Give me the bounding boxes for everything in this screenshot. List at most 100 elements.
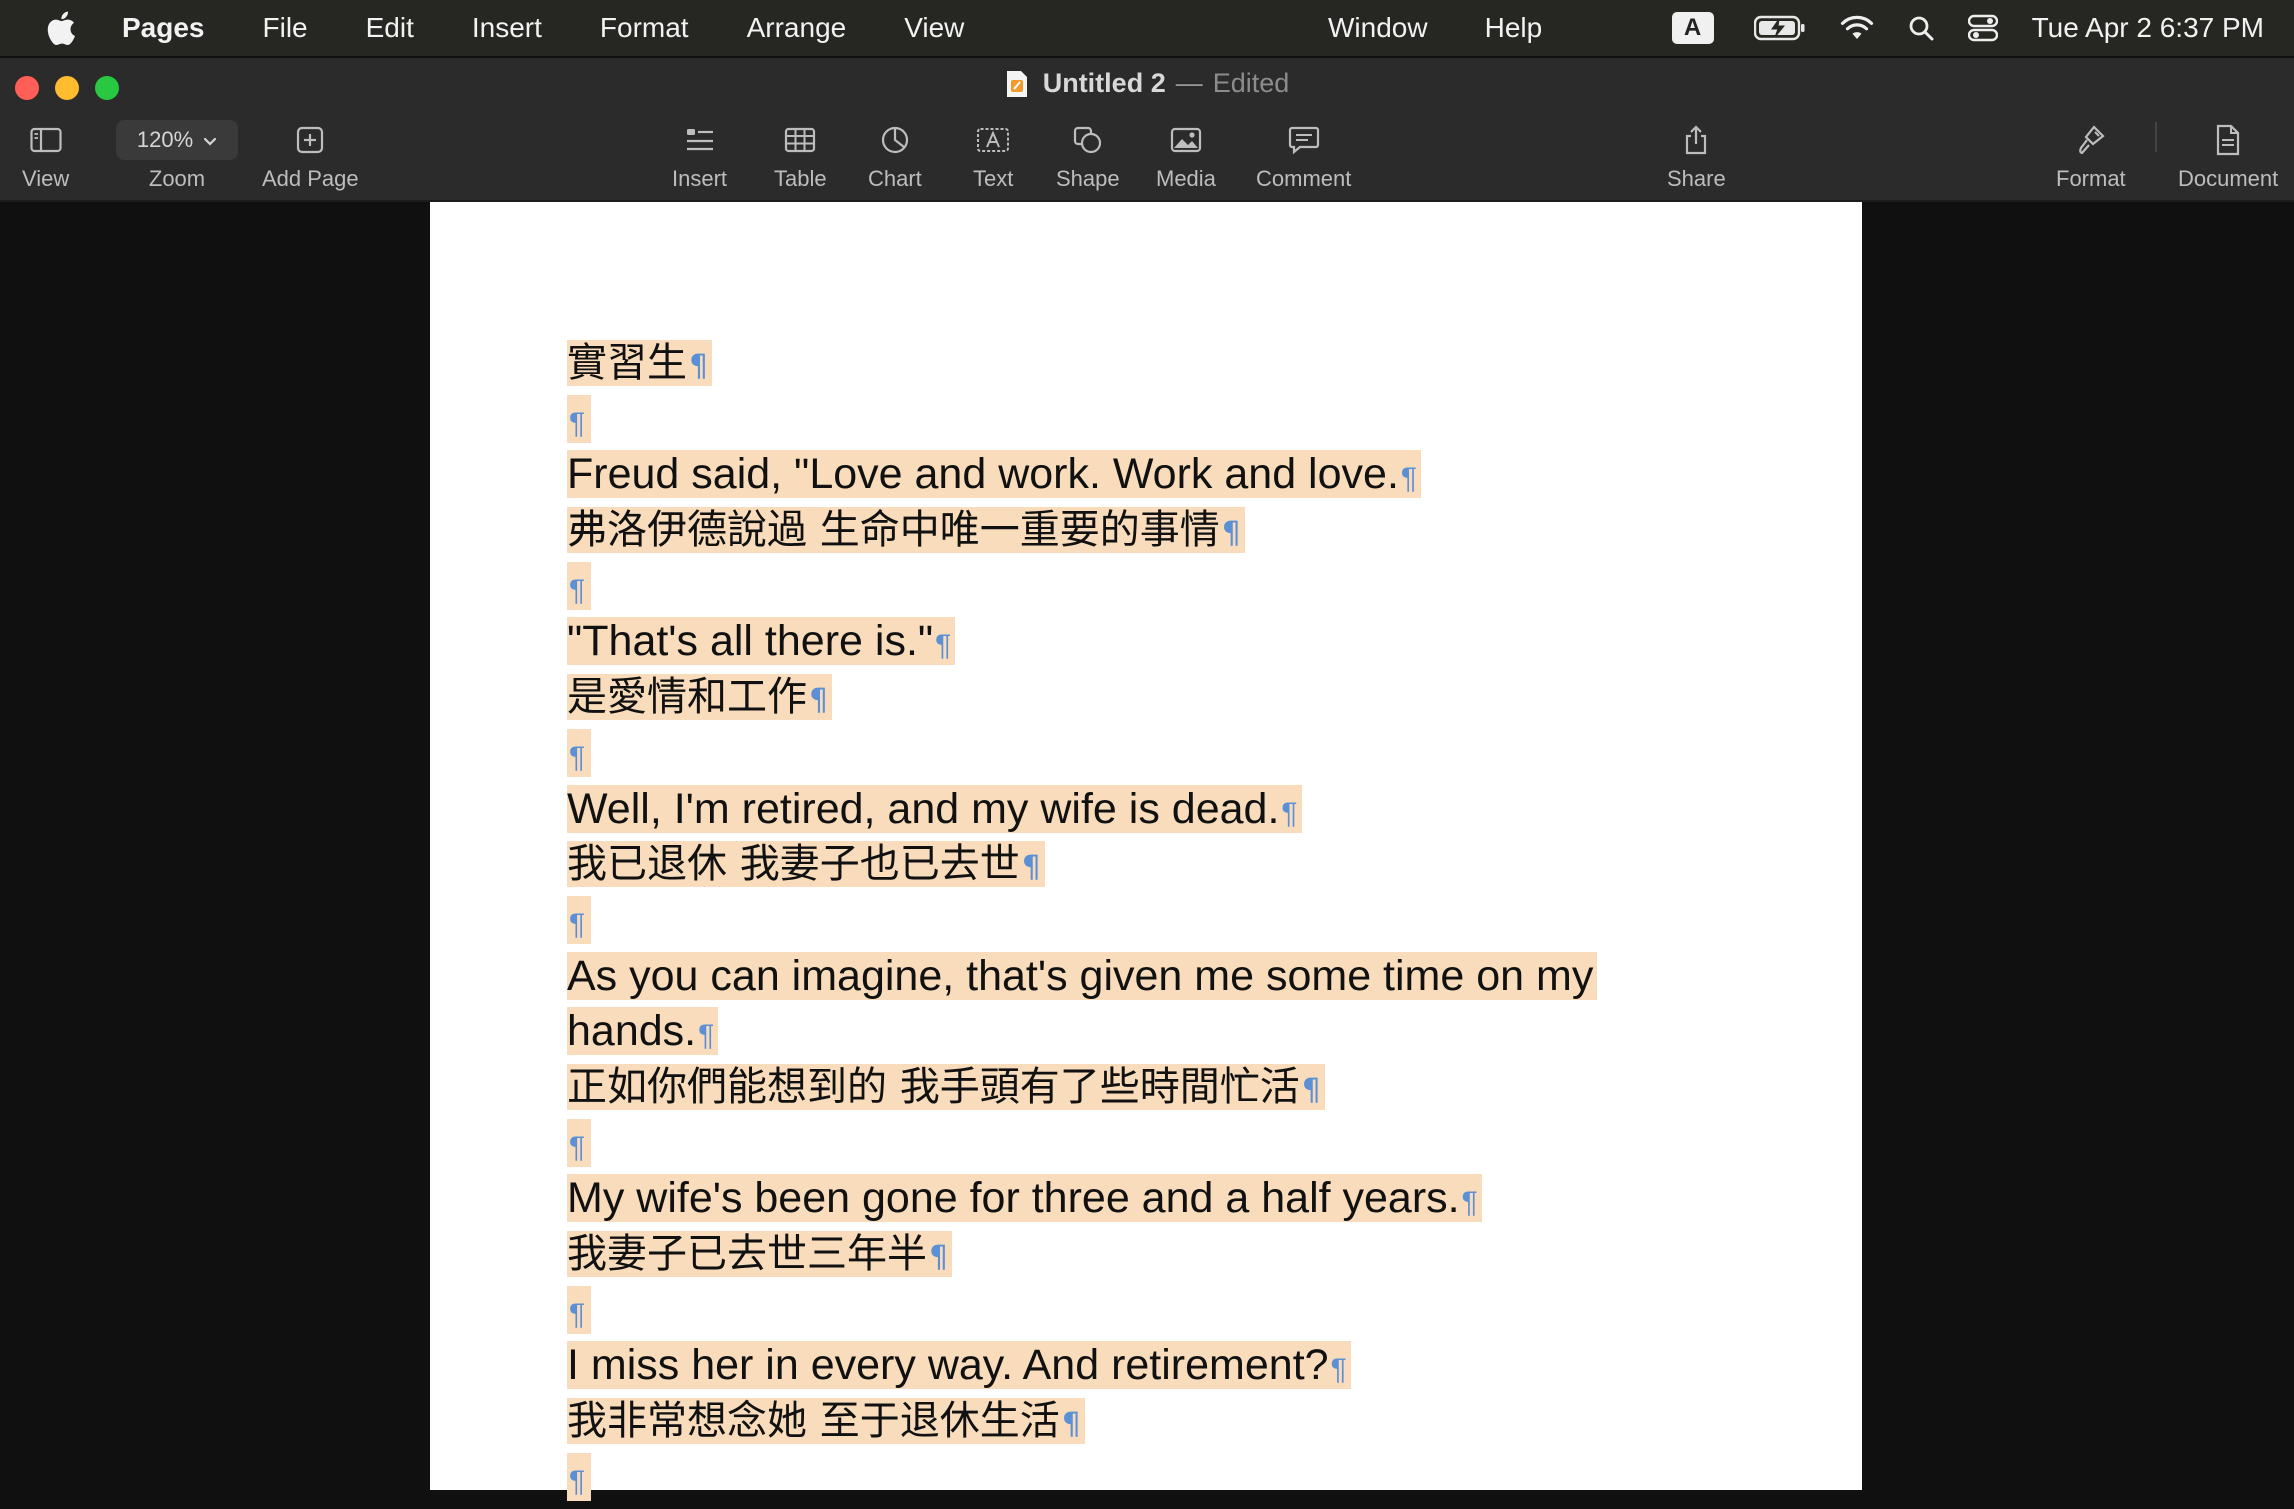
pilcrow-mark: ¶ <box>569 406 586 440</box>
text-line[interactable]: ¶ <box>567 392 1667 448</box>
text-line[interactable]: ¶ <box>567 1283 1667 1339</box>
pilcrow-mark: ¶ <box>569 573 586 607</box>
pilcrow-mark: ¶ <box>809 683 829 719</box>
menu-view[interactable]: View <box>904 12 964 44</box>
selected-text: As you can imagine, that's given me some… <box>567 951 1598 1000</box>
selected-text: Freud said, "Love and work. Work and lov… <box>567 450 1422 499</box>
pilcrow-mark: ¶ <box>1281 796 1298 830</box>
media-button[interactable]: Media <box>1156 120 1216 192</box>
text-line[interactable]: hands.¶ <box>567 1004 1667 1060</box>
text-line[interactable]: ¶ <box>567 726 1667 782</box>
add-page-button[interactable]: Add Page <box>262 120 359 192</box>
chevron-down-icon <box>203 127 217 153</box>
text-line[interactable]: My wife's been gone for three and a half… <box>567 1171 1667 1227</box>
menu-arrange[interactable]: Arrange <box>747 12 847 44</box>
zoom-dropdown[interactable]: 120% <box>116 120 238 160</box>
selected-text: 正如你們能想到的 我手頭有了些時間忙活¶ <box>567 1063 1325 1110</box>
pilcrow-mark: ¶ <box>569 1464 586 1498</box>
document-status[interactable]: Edited <box>1213 68 1290 99</box>
insert-label: Insert <box>672 166 728 191</box>
chart-label: Chart <box>868 166 922 191</box>
menu-edit[interactable]: Edit <box>366 12 414 44</box>
comment-icon <box>1288 120 1320 160</box>
text-line[interactable]: As you can imagine, that's given me some… <box>567 949 1667 1005</box>
chart-button[interactable]: Chart <box>868 120 922 192</box>
text-line[interactable]: 是愛情和工作¶ <box>567 670 1667 726</box>
pilcrow-mark: ¶ <box>569 1297 586 1331</box>
text-line[interactable]: Well, I'm retired, and my wife is dead.¶ <box>567 782 1667 838</box>
share-button[interactable]: Share <box>1667 120 1726 192</box>
document-button[interactable]: Document <box>2178 120 2278 192</box>
pilcrow-mark: ¶ <box>1301 1072 1321 1108</box>
document-title[interactable]: Untitled 2 <box>1043 68 1166 99</box>
wifi-icon[interactable] <box>1840 15 1874 41</box>
selected-text: "That's all there is."¶ <box>567 617 956 666</box>
table-icon <box>784 120 816 160</box>
pages-document-icon <box>1005 70 1029 98</box>
control-center-icon[interactable] <box>1967 14 1998 42</box>
text-line[interactable]: 我妻子已去世三年半¶ <box>567 1227 1667 1283</box>
apple-menu-icon[interactable] <box>46 11 80 45</box>
add-page-icon <box>296 120 324 160</box>
document-body[interactable]: 實習生¶ ¶ Freud said, "Love and work. Work … <box>567 336 1667 1505</box>
pilcrow-mark: ¶ <box>1061 1407 1081 1443</box>
pilcrow-mark: ¶ <box>1330 1353 1347 1387</box>
selected-text: 我已退休 我妻子也已去世¶ <box>567 841 1045 888</box>
input-source-indicator[interactable]: A <box>1671 12 1714 44</box>
insert-button[interactable]: Insert <box>672 120 727 192</box>
document-canvas[interactable]: 實習生¶ ¶ Freud said, "Love and work. Work … <box>0 202 2294 1501</box>
text-line[interactable]: 正如你們能想到的 我手頭有了些時間忙活¶ <box>567 1060 1667 1116</box>
selected-text: I miss her in every way. And retirement?… <box>567 1341 1351 1390</box>
insert-icon <box>685 120 715 160</box>
pilcrow-mark: ¶ <box>569 907 586 941</box>
pilcrow-mark: ¶ <box>935 629 952 663</box>
comment-button[interactable]: Comment <box>1256 120 1351 192</box>
text-line[interactable]: "That's all there is."¶ <box>567 614 1667 670</box>
window-toolbar: Untitled 2 — Edited View 120% Zoom Add P… <box>0 58 2294 202</box>
selected-text: ¶ <box>567 728 592 777</box>
selected-text: 實習生¶ <box>567 340 713 386</box>
shape-label: Shape <box>1056 166 1120 191</box>
shape-button[interactable]: Shape <box>1056 120 1120 192</box>
menu-window[interactable]: Window <box>1328 12 1428 44</box>
format-button[interactable]: Format <box>2056 120 2126 192</box>
text-line[interactable]: Freud said, "Love and work. Work and lov… <box>567 447 1667 503</box>
text-line[interactable]: ¶ <box>567 559 1667 615</box>
pie-chart-icon <box>880 120 910 160</box>
text-line[interactable]: 弗洛伊德說過 生命中唯一重要的事情¶ <box>567 503 1667 559</box>
text-line[interactable]: I miss her in every way. And retirement?… <box>567 1338 1667 1394</box>
paintbrush-icon <box>2076 120 2106 160</box>
view-button[interactable]: View <box>22 120 69 192</box>
spotlight-search-icon[interactable] <box>1908 15 1934 41</box>
battery-charging-icon[interactable] <box>1753 15 1806 41</box>
selected-text: 弗洛伊德說過 生命中唯一重要的事情¶ <box>567 507 1245 554</box>
menu-format[interactable]: Format <box>600 12 689 44</box>
text-line[interactable]: 我已退休 我妻子也已去世¶ <box>567 837 1667 893</box>
format-label: Format <box>2056 166 2126 191</box>
menu-clock[interactable]: Tue Apr 2 6:37 PM <box>2032 12 2264 44</box>
menu-app-name[interactable]: Pages <box>122 12 205 44</box>
table-button[interactable]: Table <box>774 120 827 192</box>
window-title-bar: Untitled 2 — Edited <box>0 68 2294 99</box>
toolbar-divider <box>2155 122 2157 152</box>
text-line[interactable]: 實習生¶ <box>567 336 1667 392</box>
text-line[interactable]: ¶ <box>567 1450 1667 1506</box>
media-photo-icon <box>1170 120 1202 160</box>
menu-file[interactable]: File <box>263 12 308 44</box>
pilcrow-mark: ¶ <box>698 1019 715 1053</box>
menu-insert[interactable]: Insert <box>472 12 542 44</box>
zoom-control[interactable]: 120% Zoom <box>116 120 238 192</box>
selected-text: ¶ <box>567 1285 592 1334</box>
zoom-value: 120% <box>136 127 194 152</box>
title-separator: — <box>1175 68 1203 98</box>
text-box-button[interactable]: Text <box>973 120 1013 192</box>
document-page[interactable]: 實習生¶ ¶ Freud said, "Love and work. Work … <box>430 202 1862 1501</box>
selected-text: 是愛情和工作¶ <box>567 674 833 721</box>
text-line[interactable]: ¶ <box>567 893 1667 949</box>
pilcrow-mark: ¶ <box>929 1240 949 1275</box>
menu-help[interactable]: Help <box>1485 12 1543 44</box>
text-line[interactable]: 我非常想念她 至于退休生活¶ <box>567 1394 1667 1450</box>
selected-text: ¶ <box>567 1452 592 1501</box>
selected-text: Well, I'm retired, and my wife is dead.¶ <box>567 784 1302 833</box>
text-line[interactable]: ¶ <box>567 1116 1667 1172</box>
